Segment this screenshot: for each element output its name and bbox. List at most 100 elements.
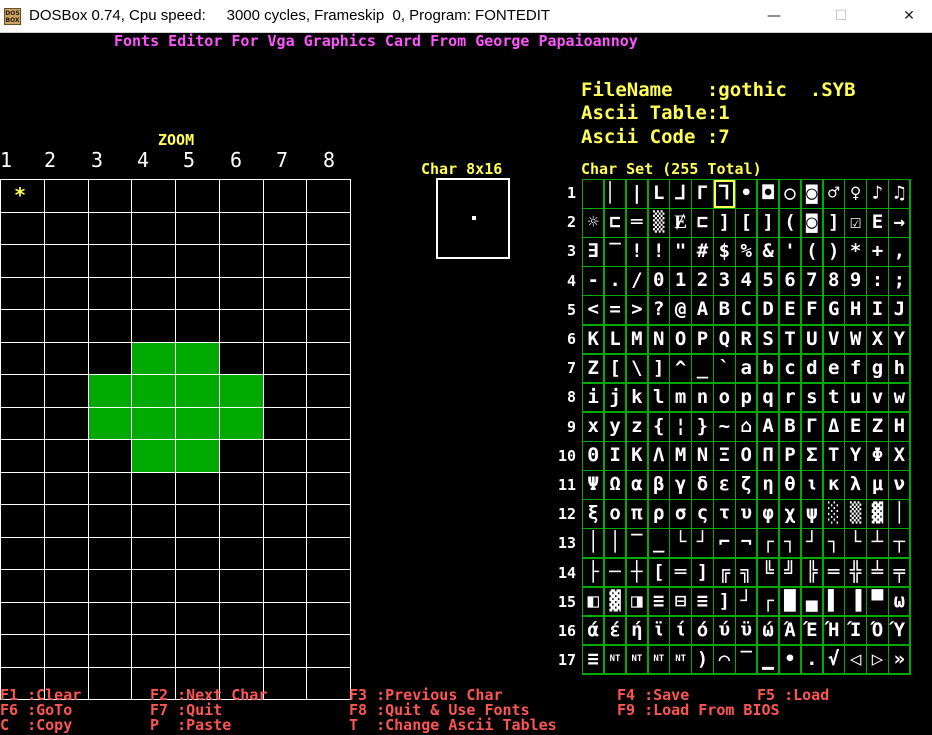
charset-cell[interactable]: n: [692, 383, 713, 412]
charset-cell[interactable]: ♪: [867, 180, 888, 208]
charset-cell[interactable]: λ: [845, 471, 866, 499]
zoom-pixel-cell[interactable]: [262, 634, 308, 668]
zoom-pixel-cell[interactable]: [262, 536, 308, 570]
charset-cell[interactable]: >: [626, 296, 648, 325]
charset-cell[interactable]: ┴: [867, 529, 888, 558]
charset-cell[interactable]: κ: [823, 471, 844, 499]
zoom-pixel-cell[interactable]: [0, 244, 45, 278]
charset-cell[interactable]: A: [757, 412, 779, 441]
zoom-pixel-cell[interactable]: [306, 341, 351, 375]
charset-table[interactable]: ▏ | L ⅃ Γ ⅂ • ◘ ○ ◙ ♂ ♀ ♪ ♫ ☼ ⊏ ═ ▒ Ɇ ⊏][](◙] ☑ E → ∃ ‾!! " # $% & '(…: [582, 179, 911, 675]
charset-cell[interactable]: ▓: [867, 500, 888, 528]
charset-cell[interactable]: V: [823, 325, 844, 354]
zoom-pixel-cell[interactable]: [131, 569, 176, 603]
charset-cell[interactable]: ε: [714, 471, 735, 499]
charset-cell[interactable]: H: [889, 412, 910, 441]
zoom-pixel-cell[interactable]: [262, 439, 308, 473]
charset-cell[interactable]: X: [889, 442, 910, 470]
charset-cell[interactable]: Ω: [604, 471, 626, 499]
zoom-pixel-grid[interactable]: [0, 179, 351, 700]
charset-cell[interactable]: ¦: [670, 412, 691, 441]
zoom-pixel-cell[interactable]: [87, 504, 133, 538]
zoom-pixel-cell[interactable]: [218, 179, 264, 213]
charset-cell[interactable]: ╠: [801, 558, 823, 587]
charset-cell[interactable]: ▒: [845, 500, 866, 528]
zoom-pixel-cell[interactable]: [0, 536, 45, 570]
charset-cell[interactable]: ╚: [757, 558, 779, 587]
zoom-pixel-cell[interactable]: [218, 439, 264, 473]
charset-cell[interactable]: Γ: [801, 412, 823, 441]
zoom-pixel-cell[interactable]: [87, 211, 133, 245]
zoom-pixel-cell[interactable]: [175, 341, 220, 375]
charset-cell[interactable]: •: [779, 645, 801, 674]
charset-cell[interactable]: ┐: [823, 529, 844, 558]
charset-cell[interactable]: 3: [714, 267, 735, 295]
charset-cell[interactable]: 5: [757, 267, 779, 295]
charset-cell[interactable]: h: [889, 354, 910, 383]
charset-cell[interactable]: l: [648, 383, 669, 412]
charset-cell[interactable]: ♂: [823, 180, 844, 208]
charset-cell[interactable]: ╗: [736, 558, 757, 587]
charset-cell[interactable]: τ: [714, 500, 735, 528]
zoom-pixel-cell[interactable]: [262, 374, 308, 408]
charset-cell[interactable]: q: [757, 383, 779, 412]
zoom-pixel-cell[interactable]: [0, 406, 45, 440]
charset-cell[interactable]: =: [604, 296, 626, 325]
zoom-pixel-cell[interactable]: [131, 439, 176, 473]
charset-cell[interactable]: K: [583, 325, 604, 354]
charset-cell[interactable]: s: [801, 383, 823, 412]
charset-cell[interactable]: <: [583, 296, 604, 325]
charset-cell[interactable]: ⌂: [736, 412, 757, 441]
charset-cell[interactable]: ▏: [604, 180, 626, 208]
charset-cell[interactable]: ╔: [714, 558, 735, 587]
charset-cell[interactable]: u: [845, 383, 866, 412]
zoom-pixel-cell[interactable]: [306, 439, 351, 473]
zoom-pixel-cell[interactable]: [87, 666, 133, 700]
charset-cell[interactable]: ]: [648, 354, 669, 383]
charset-cell[interactable]: .: [604, 267, 626, 295]
charset-cell[interactable]: G: [823, 296, 844, 325]
charset-cell[interactable]: A: [692, 296, 713, 325]
charset-cell[interactable]: έ: [604, 616, 626, 645]
charset-cell[interactable]: [: [736, 209, 757, 237]
zoom-pixel-cell[interactable]: [43, 406, 89, 440]
charset-cell[interactable]: ☼: [583, 209, 604, 237]
charset-cell[interactable]: 7: [801, 267, 823, 295]
zoom-pixel-cell[interactable]: [306, 471, 351, 505]
charset-cell[interactable]: ~: [714, 412, 735, 441]
charset-cell[interactable]: ☑: [845, 209, 866, 237]
zoom-pixel-cell[interactable]: [87, 309, 133, 343]
charset-cell[interactable]: ┘: [736, 587, 757, 616]
zoom-pixel-cell[interactable]: [175, 406, 220, 440]
close-button[interactable]: ✕: [886, 0, 932, 33]
zoom-pixel-cell[interactable]: [262, 211, 308, 245]
zoom-pixel-cell[interactable]: [218, 536, 264, 570]
charset-cell[interactable]: χ: [779, 500, 801, 528]
zoom-pixel-cell[interactable]: [175, 601, 220, 635]
window-title-bar[interactable]: DOS BOX DOSBox 0.74, Cpu speed: 3000 cyc…: [0, 0, 932, 33]
charset-cell[interactable]: β: [648, 471, 669, 499]
zoom-pixel-cell[interactable]: [306, 504, 351, 538]
charset-cell[interactable]: 4: [736, 267, 757, 295]
charset-cell[interactable]: (: [801, 238, 823, 266]
charset-cell[interactable]: ': [779, 238, 801, 266]
charset-cell[interactable]: ┘: [692, 529, 713, 558]
zoom-pixel-cell[interactable]: [262, 666, 308, 700]
zoom-pixel-cell[interactable]: [43, 341, 89, 375]
zoom-pixel-cell[interactable]: [131, 341, 176, 375]
zoom-pixel-cell[interactable]: [218, 374, 264, 408]
zoom-pixel-cell[interactable]: [131, 179, 176, 213]
zoom-pixel-cell[interactable]: [131, 504, 176, 538]
zoom-pixel-cell[interactable]: [218, 504, 264, 538]
zoom-pixel-cell[interactable]: [0, 374, 45, 408]
zoom-pixel-cell[interactable]: [262, 406, 308, 440]
zoom-pixel-cell[interactable]: [218, 244, 264, 278]
charset-cell[interactable]: η: [757, 471, 779, 499]
charset-cell[interactable]: φ: [757, 500, 779, 528]
charset-cell[interactable]: ή: [626, 616, 648, 645]
charset-cell[interactable]: b: [757, 354, 779, 383]
zoom-pixel-cell[interactable]: [306, 374, 351, 408]
zoom-pixel-cell[interactable]: [175, 634, 220, 668]
zoom-pixel-cell[interactable]: [87, 536, 133, 570]
zoom-pixel-cell[interactable]: [262, 504, 308, 538]
